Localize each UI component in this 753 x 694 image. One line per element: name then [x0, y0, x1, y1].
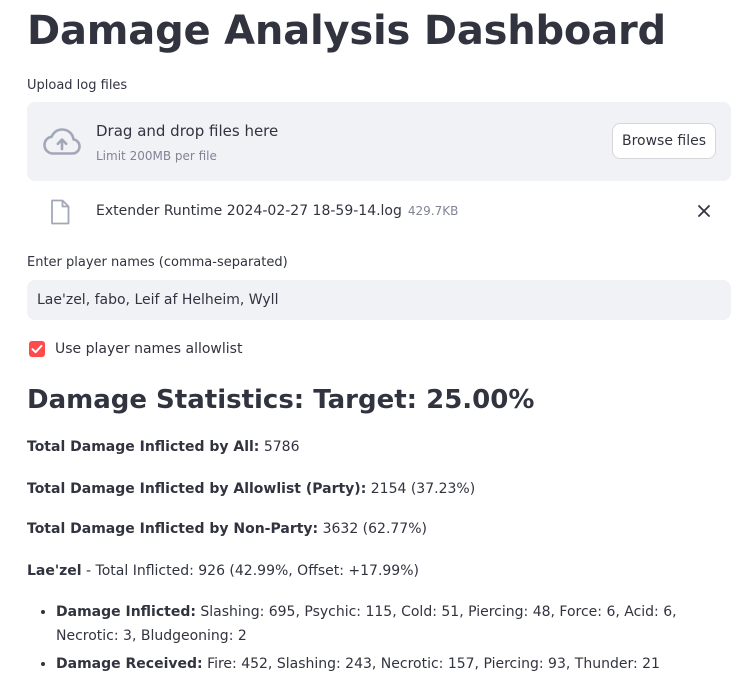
player-names-input[interactable] — [27, 280, 731, 320]
file-icon — [51, 199, 70, 225]
player-names-label: Enter player names (comma-separated) — [27, 255, 288, 270]
total-nonparty-label: Total Damage Inflicted by Non-Party: — [27, 521, 319, 537]
player-damage-list: Damage Inflicted: Slashing: 695, Psychic… — [27, 600, 731, 680]
check-icon — [31, 344, 43, 354]
total-all: Total Damage Inflicted by All: 5786 — [27, 439, 300, 455]
total-party-label: Total Damage Inflicted by Allowlist (Par… — [27, 481, 367, 497]
inflicted-label: Damage Inflicted: — [56, 604, 196, 620]
file-name: Extender Runtime 2024-02-27 18-59-14.log — [96, 203, 402, 219]
file-dropzone[interactable]: Drag and drop files here Limit 200MB per… — [27, 102, 731, 181]
dropzone-limit: Limit 200MB per file — [96, 149, 217, 163]
player-total: - Total Inflicted: 926 (42.99%, Offset: … — [86, 563, 419, 579]
dropzone-title: Drag and drop files here — [96, 122, 279, 140]
total-nonparty: Total Damage Inflicted by Non-Party: 363… — [27, 521, 427, 537]
stats-heading: Damage Statistics: Target: 25.00% — [27, 385, 535, 415]
player-summary: Lae'zel - Total Inflicted: 926 (42.99%, … — [27, 563, 419, 579]
received-label: Damage Received: — [56, 656, 203, 672]
uploaded-file: Extender Runtime 2024-02-27 18-59-14.log… — [96, 203, 458, 219]
player-name: Lae'zel — [27, 563, 82, 579]
total-all-value: 5786 — [263, 439, 300, 455]
received-value: Fire: 452, Slashing: 243, Necrotic: 157,… — [207, 656, 660, 672]
cloud-upload-icon — [43, 128, 81, 155]
page-title: Damage Analysis Dashboard — [27, 8, 666, 54]
allowlist-label: Use player names allowlist — [55, 341, 243, 357]
total-party-value: 2154 (37.23%) — [370, 481, 476, 497]
browse-files-button[interactable]: Browse files — [612, 123, 716, 159]
file-size: 429.7KB — [407, 204, 459, 218]
total-nonparty-value: 3632 (62.77%) — [322, 521, 427, 537]
total-all-label: Total Damage Inflicted by All: — [27, 439, 260, 455]
upload-label: Upload log files — [27, 78, 128, 93]
list-item: Damage Inflicted: Slashing: 695, Psychic… — [56, 600, 731, 648]
allowlist-checkbox[interactable] — [29, 341, 45, 357]
close-icon[interactable] — [696, 203, 712, 219]
total-party: Total Damage Inflicted by Allowlist (Par… — [27, 481, 475, 497]
list-item: Damage Received: Fire: 452, Slashing: 24… — [56, 652, 731, 676]
